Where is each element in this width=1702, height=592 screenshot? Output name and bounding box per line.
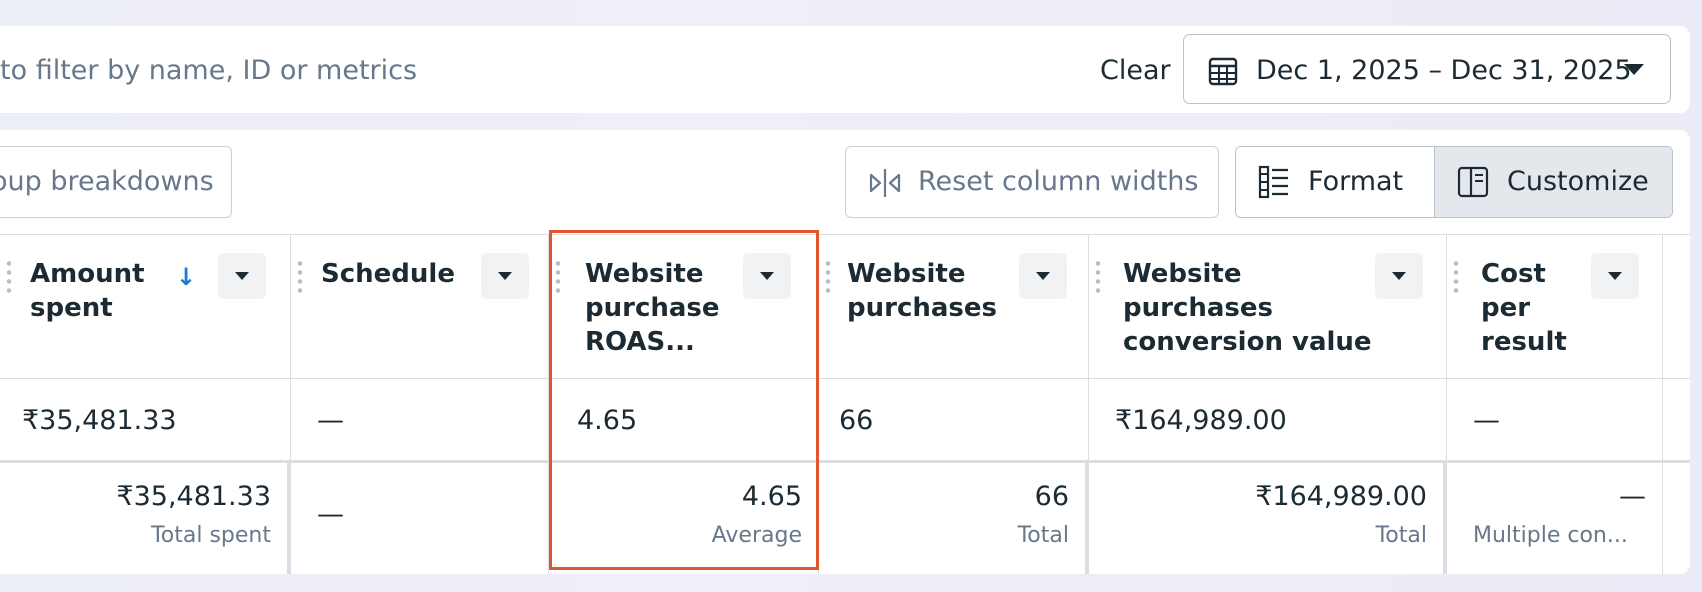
- format-icon: [1258, 165, 1288, 199]
- drag-handle-icon[interactable]: [1095, 259, 1101, 293]
- customize-label: Customize: [1507, 166, 1649, 197]
- drag-handle-icon[interactable]: [825, 259, 831, 293]
- total-cell: — Multiple con...: [1447, 463, 1663, 574]
- column-title: Website purchases conversion value: [1123, 259, 1372, 357]
- data-table: Amount spent ↓ Schedule Website purchase…: [0, 234, 1690, 574]
- table-cell: [1663, 379, 1690, 463]
- table-cell[interactable]: 4.65: [549, 379, 819, 463]
- column-header-website-purchases-conversion-value[interactable]: Website purchases conversion value: [1089, 235, 1447, 379]
- total-cell: 4.65 Average: [549, 463, 819, 574]
- table-cell[interactable]: —: [1447, 379, 1663, 463]
- column-header-overflow: [1663, 235, 1690, 379]
- column-title: Amount spent: [30, 259, 145, 323]
- table-cell[interactable]: —: [291, 379, 549, 463]
- column-header-cost-per-result[interactable]: Cost per result: [1447, 235, 1663, 379]
- column-header-website-purchase-roas[interactable]: Website purchase ROAS...: [549, 235, 819, 379]
- filter-bar: to filter by name, ID or metrics Clear D…: [0, 26, 1690, 113]
- total-cell: —: [291, 463, 549, 574]
- group-breakdowns-button[interactable]: oup breakdowns: [0, 146, 232, 218]
- column-menu-button[interactable]: [1591, 253, 1639, 299]
- drag-handle-icon[interactable]: [297, 259, 303, 293]
- table-cell[interactable]: ₹35,481.33: [0, 379, 291, 463]
- search-input[interactable]: to filter by name, ID or metrics: [0, 55, 417, 86]
- clear-button[interactable]: Clear: [1100, 55, 1171, 86]
- drag-handle-icon[interactable]: [555, 259, 561, 293]
- column-menu-button[interactable]: [1019, 253, 1067, 299]
- total-cell: 66 Total: [819, 463, 1089, 574]
- column-menu-button[interactable]: [481, 253, 529, 299]
- column-menu-button[interactable]: [1375, 253, 1423, 299]
- total-cell: ₹35,481.33 Total spent: [0, 463, 291, 574]
- table-panel: oup breakdowns Reset column widths Forma…: [0, 130, 1690, 574]
- customize-button[interactable]: Customize: [1434, 147, 1672, 217]
- table-cell[interactable]: ₹164,989.00: [1089, 379, 1447, 463]
- format-customize-toggle: Format Customize: [1235, 146, 1673, 218]
- column-resize-icon: [869, 169, 901, 197]
- column-menu-button[interactable]: [743, 253, 791, 299]
- reset-column-widths-button[interactable]: Reset column widths: [845, 146, 1219, 218]
- reset-column-widths-label: Reset column widths: [918, 166, 1199, 197]
- drag-handle-icon[interactable]: [6, 259, 12, 293]
- date-range-label: Dec 1, 2025 – Dec 31, 2025: [1256, 55, 1632, 86]
- column-title: Schedule: [321, 259, 455, 289]
- total-cell: ₹164,989.00 Total: [1089, 463, 1447, 574]
- caret-down-icon: [1624, 64, 1644, 75]
- group-breakdowns-label: oup breakdowns: [0, 166, 214, 197]
- column-menu-button[interactable]: [218, 253, 266, 299]
- customize-icon: [1457, 166, 1489, 198]
- column-header-amount-spent[interactable]: Amount spent ↓: [0, 235, 291, 379]
- sort-descending-icon[interactable]: ↓: [176, 263, 196, 291]
- date-range-picker[interactable]: Dec 1, 2025 – Dec 31, 2025: [1183, 34, 1671, 104]
- column-title: Website purchase ROAS...: [585, 259, 720, 357]
- calendar-icon: [1208, 57, 1238, 86]
- column-title: Website purchases: [847, 259, 997, 323]
- column-header-website-purchases[interactable]: Website purchases: [819, 235, 1089, 379]
- column-title: Cost per result: [1481, 259, 1567, 357]
- drag-handle-icon[interactable]: [1453, 259, 1459, 293]
- format-button[interactable]: Format: [1236, 147, 1434, 217]
- column-header-schedule[interactable]: Schedule: [291, 235, 549, 379]
- table-cell[interactable]: 66: [819, 379, 1089, 463]
- format-label: Format: [1308, 166, 1404, 197]
